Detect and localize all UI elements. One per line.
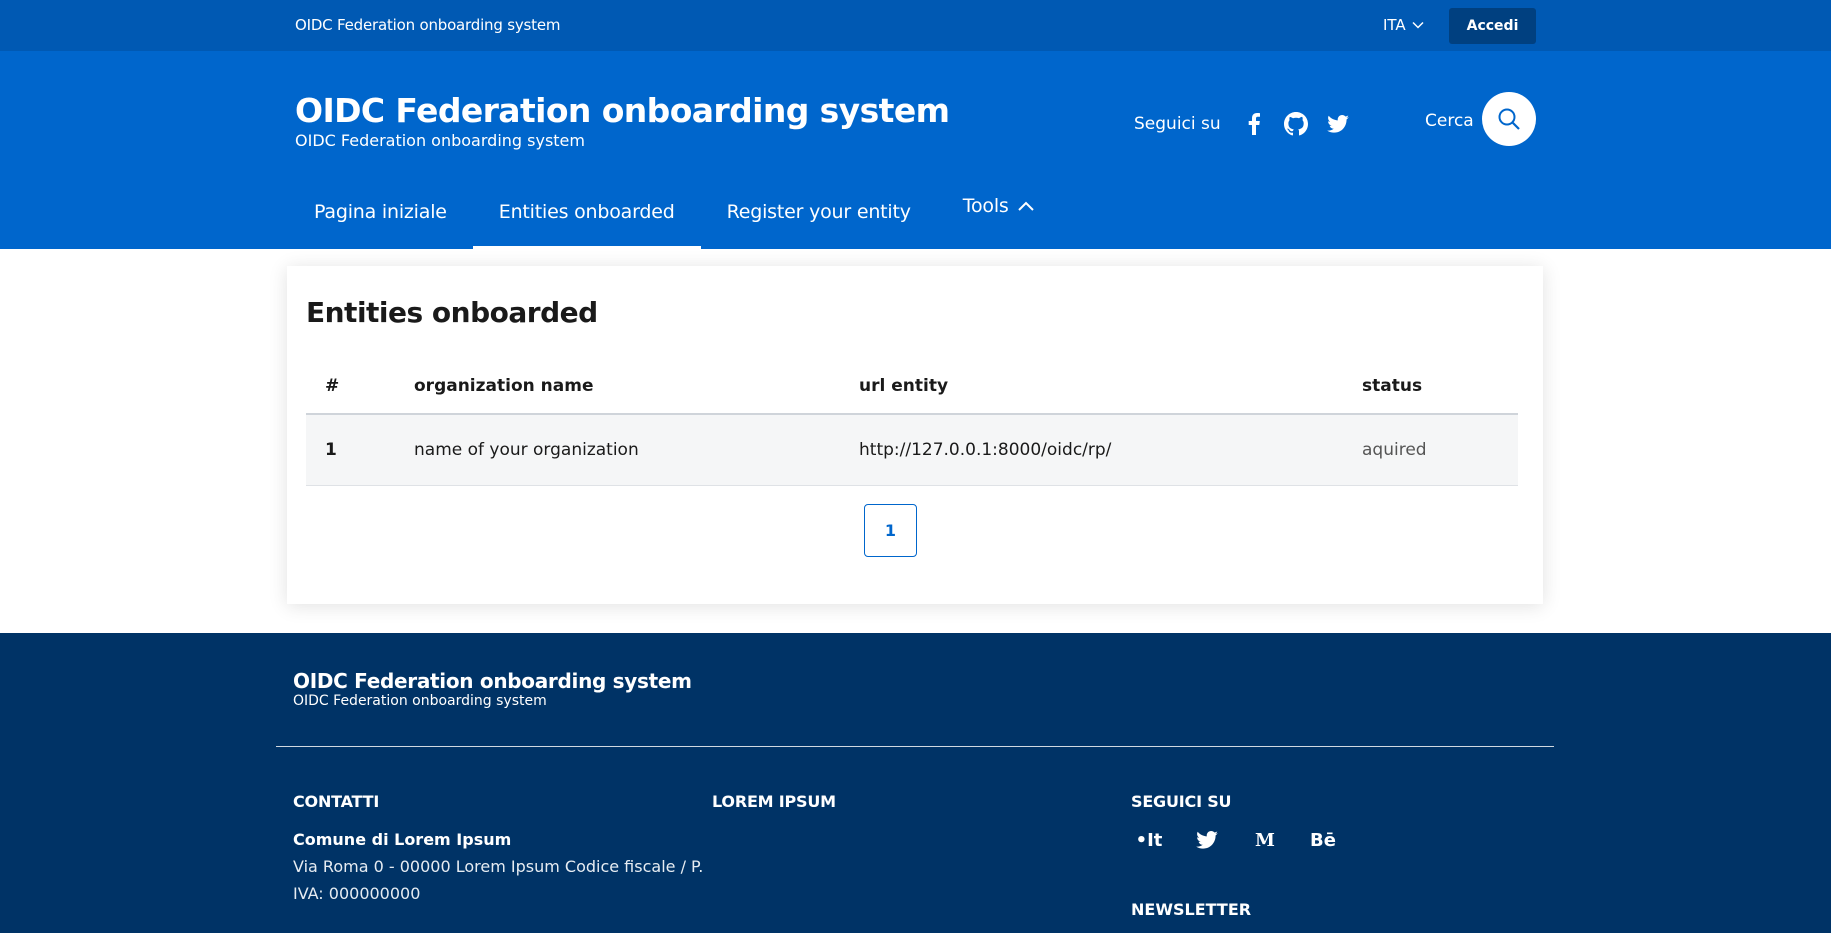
footer-lorem-heading: LOREM IPSUM [712,792,836,811]
header-social: Seguici su [1134,111,1351,137]
column-header-status: status [1362,375,1423,396]
footer-contact-name: Comune di Lorem Ipsum [293,830,512,849]
nav-item-tools[interactable]: Tools [937,168,1060,243]
chevron-up-icon [1017,201,1034,211]
page-title: Entities onboarded [306,296,598,329]
cell-status: aquired [1362,440,1427,460]
site-title[interactable]: OIDC Federation onboarding system [295,91,950,130]
table-row[interactable]: 1 name of your organization http://127.0… [306,415,1518,486]
footer-divider [276,746,1554,747]
nav-item-label: Pagina iniziale [314,200,447,223]
slim-header: OIDC Federation onboarding system ITA Ac… [0,0,1831,51]
github-icon[interactable] [1283,111,1309,137]
pagination-page-button[interactable]: 1 [864,504,917,557]
column-header-organization: organization name [414,375,594,396]
footer-follow-heading: SEGUICI SU [1131,792,1232,811]
twitter-icon[interactable] [1325,111,1351,137]
facebook-icon[interactable] [1241,111,1267,137]
designers-italia-icon[interactable]: •It [1131,826,1167,854]
nav-item-label: Entities onboarded [498,200,675,223]
footer-newsletter-heading: NEWSLETTER [1131,900,1252,919]
nav-item-home[interactable]: Pagina iniziale [288,174,473,249]
center-header: OIDC Federation onboarding system OIDC F… [0,51,1831,174]
footer-contact-line: Via Roma 0 - 00000 Lorem Ipsum Codice fi… [293,857,704,876]
search-icon [1498,108,1520,130]
login-button[interactable]: Accedi [1449,8,1536,44]
main-navbar: Pagina iniziale Entities onboarded Regis… [0,174,1831,249]
behance-icon[interactable]: Bē [1305,826,1341,854]
footer-subtitle: OIDC Federation onboarding system [293,693,547,709]
follow-label: Seguici su [1134,114,1221,134]
nav-item-entities-onboarded[interactable]: Entities onboarded [472,174,701,249]
table-header: # organization name url entity status [306,358,1518,415]
search-button[interactable] [1482,92,1536,146]
chevron-down-icon [1412,21,1424,29]
site-subtitle: OIDC Federation onboarding system [295,131,585,150]
nav-item-label: Tools [962,194,1009,217]
language-selector[interactable]: ITA [1383,16,1424,34]
medium-icon[interactable]: M [1247,826,1283,854]
column-header-index: # [325,375,340,396]
twitter-icon[interactable] [1189,826,1225,854]
nav-item-register-entity[interactable]: Register your entity [701,174,937,249]
footer-contact-line: IVA: 000000000 [293,884,421,903]
entities-table: # organization name url entity status 1 … [306,358,1518,486]
footer-contacts-heading: CONTATTI [293,792,380,811]
footer-social: •It M Bē [1131,826,1341,854]
nav-item-label: Register your entity [726,200,911,223]
search-label: Cerca [1425,111,1474,131]
footer-title[interactable]: OIDC Federation onboarding system [293,669,692,693]
cell-url: http://127.0.0.1:8000/oidc/rp/ [859,440,1112,460]
cell-index: 1 [325,440,337,460]
column-header-url: url entity [859,375,949,396]
site-footer: OIDC Federation onboarding system OIDC F… [0,633,1831,933]
slim-brand-link[interactable]: OIDC Federation onboarding system [295,16,560,34]
language-label: ITA [1383,16,1406,34]
cell-organization: name of your organization [414,440,639,460]
